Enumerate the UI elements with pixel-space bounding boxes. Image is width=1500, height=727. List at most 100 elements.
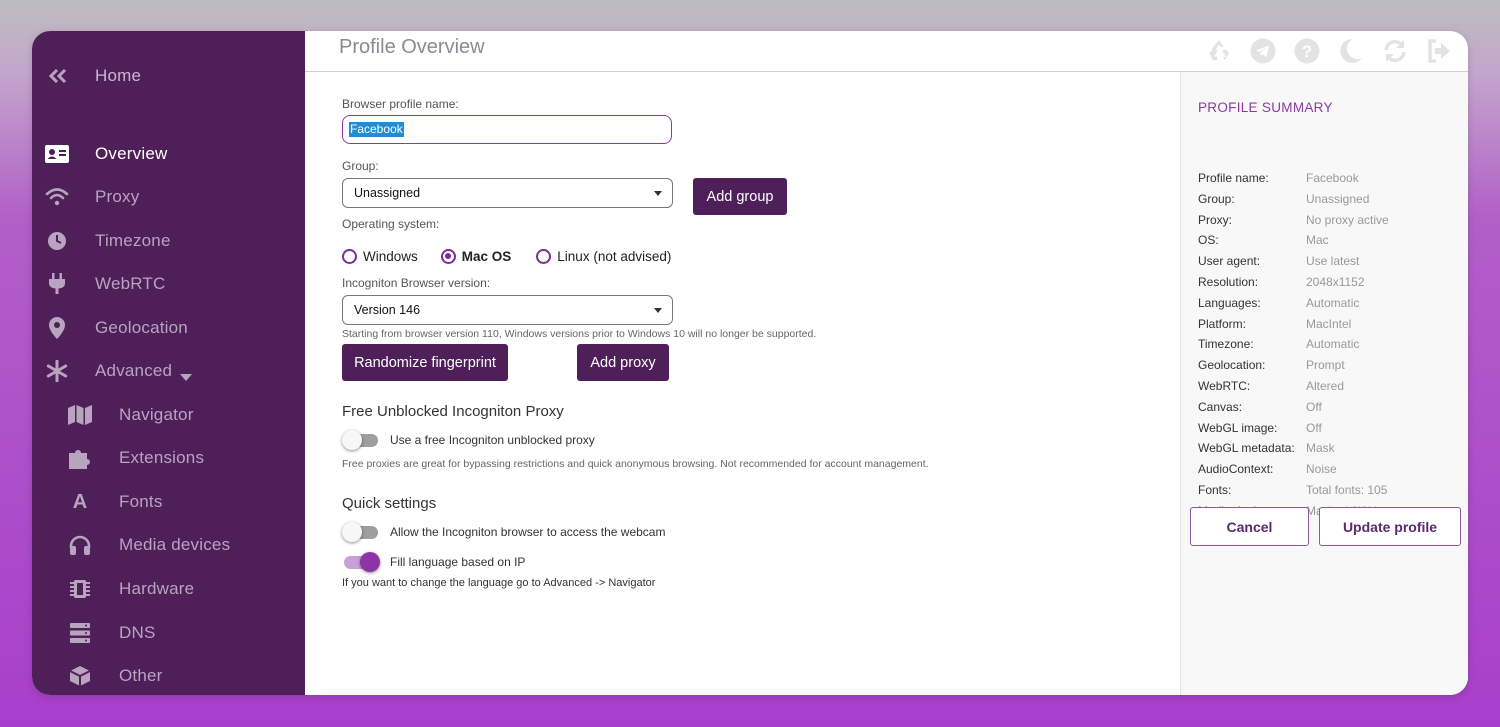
add-group-button[interactable]: Add group: [693, 178, 787, 215]
moon-icon[interactable]: [1335, 35, 1366, 66]
summary-title: PROFILE SUMMARY: [1198, 100, 1333, 115]
summary-key: Fonts:: [1198, 483, 1232, 497]
sidebar-item-media-devices[interactable]: Media devices: [32, 525, 305, 565]
update-profile-button[interactable]: Update profile: [1319, 507, 1461, 546]
radio-label: Linux (not advised): [557, 248, 672, 264]
free-proxy-title: Free Unblocked Incogniton Proxy: [342, 403, 564, 420]
wifi-icon: [45, 185, 69, 209]
headphones-icon: [68, 533, 92, 557]
dropdown-caret-icon: [654, 191, 662, 196]
profile-name-label: Browser profile name:: [342, 97, 459, 111]
os-radio-linux[interactable]: Linux (not advised): [536, 248, 672, 264]
sync-icon[interactable]: [1379, 35, 1410, 66]
os-radio-macos[interactable]: Mac OS: [440, 248, 512, 264]
header: Profile Overview ?: [305, 31, 1468, 72]
sidebar-item-label: Fonts: [119, 492, 163, 511]
summary-row: Timezone: Automatic: [1198, 337, 1468, 355]
sidebar-item-overview[interactable]: Overview: [32, 134, 305, 174]
summary-value: Mask: [1306, 441, 1335, 456]
sidebar-item-label: WebRTC: [95, 274, 166, 293]
sidebar-item-geolocation[interactable]: Geolocation: [32, 308, 305, 348]
radio-label: Mac OS: [461, 248, 512, 264]
sidebar-item-advanced[interactable]: Advanced: [32, 351, 305, 391]
summary-key: OS:: [1198, 233, 1219, 248]
logout-icon[interactable]: [1423, 35, 1454, 66]
language-toggle-row: Fill language based on IP: [342, 551, 525, 573]
sidebar-item-label: Home: [95, 66, 142, 85]
webcam-toggle[interactable]: [342, 521, 380, 543]
app-window: Home Overview Proxy Timezone WebRTC Geol…: [32, 31, 1468, 695]
summary-value: Mac: [1306, 233, 1329, 248]
asterisk-icon: [45, 359, 69, 383]
sidebar-item-timezone[interactable]: Timezone: [32, 221, 305, 261]
map-pin-icon: [45, 316, 69, 340]
summary-key: Resolution:: [1198, 275, 1259, 289]
recycle-icon[interactable]: [1203, 35, 1234, 66]
language-toggle-label: Fill language based on IP: [390, 555, 526, 569]
radio-circle[interactable]: [536, 248, 552, 264]
free-proxy-toggle[interactable]: [342, 429, 380, 451]
summary-value: Altered: [1306, 379, 1345, 393]
summary-key: Proxy:: [1198, 212, 1233, 227]
summary-value: Automatic: [1306, 295, 1360, 310]
language-toggle[interactable]: [342, 551, 380, 573]
randomize-fingerprint-button[interactable]: Randomize fingerprint: [342, 344, 508, 381]
summary-row: Profile name: Facebook: [1198, 171, 1468, 189]
summary-row: WebRTC: Altered: [1198, 379, 1468, 397]
id-card-icon: [45, 142, 69, 166]
summary-row: Proxy: No proxy active: [1198, 213, 1468, 231]
summary-value: Total fonts: 105: [1306, 483, 1388, 497]
os-radio-windows[interactable]: Windows: [342, 248, 418, 264]
free-proxy-toggle-row: Use a free Incogniton unblocked proxy: [342, 429, 595, 451]
sidebar-item-dns[interactable]: DNS: [32, 613, 305, 653]
svg-text:?: ?: [1301, 42, 1311, 61]
summary-key: Group:: [1198, 191, 1235, 206]
page-title: Profile Overview: [339, 36, 485, 58]
sidebar-item-label: Media devices: [119, 535, 231, 554]
summary-key: Timezone:: [1198, 337, 1254, 352]
sidebar-item-webrtc[interactable]: WebRTC: [32, 264, 305, 304]
summary-value: No proxy active: [1306, 212, 1389, 227]
summary-key: Languages:: [1198, 295, 1261, 310]
cancel-button[interactable]: Cancel: [1190, 507, 1309, 546]
header-toolbar: ?: [1203, 35, 1454, 66]
radio-circle[interactable]: [342, 248, 357, 264]
chip-icon: [68, 577, 92, 601]
group-select[interactable]: Unassigned: [342, 178, 673, 208]
sidebar-item-hardware[interactable]: Hardware: [32, 569, 305, 609]
sidebar-item-label: Geolocation: [95, 318, 188, 337]
sidebar-item-label: Advanced: [95, 361, 173, 380]
puzzle-icon: [68, 446, 92, 470]
summary-key: WebGL image:: [1198, 420, 1278, 435]
sidebar-item-label: Navigator: [119, 405, 194, 424]
sidebar-item-fonts[interactable]: A Fonts: [32, 482, 305, 522]
summary-value: Noise: [1306, 462, 1337, 477]
help-icon[interactable]: ?: [1291, 35, 1322, 66]
profile-name-input[interactable]: Facebook: [342, 115, 672, 144]
sidebar-item-label: Overview: [95, 144, 168, 163]
sidebar-item-other[interactable]: Other: [32, 656, 305, 695]
sidebar-item-extensions[interactable]: Extensions: [32, 438, 305, 478]
summary-value: 2048x1152: [1306, 275, 1365, 289]
summary-row: AudioContext: Noise: [1198, 462, 1468, 480]
profile-name-value: Facebook: [349, 122, 404, 137]
browser-version-select[interactable]: Version 146: [342, 295, 673, 325]
dropdown-caret-icon: [654, 308, 662, 313]
telegram-icon[interactable]: [1247, 35, 1278, 66]
summary-row: Platform: MacIntel: [1198, 317, 1468, 335]
radio-circle-checked[interactable]: [440, 248, 456, 264]
summary-value: Off: [1306, 399, 1322, 414]
add-proxy-button[interactable]: Add proxy: [577, 344, 669, 381]
summary-row: OS: Mac: [1198, 233, 1468, 251]
sidebar-item-proxy[interactable]: Proxy: [32, 177, 305, 217]
sidebar: Home Overview Proxy Timezone WebRTC Geol…: [32, 31, 305, 695]
sidebar-item-navigator[interactable]: Navigator: [32, 395, 305, 435]
summary-key: AudioContext:: [1198, 462, 1274, 477]
double-chevron-left-icon[interactable]: [46, 64, 70, 88]
sidebar-item-home[interactable]: Home: [32, 56, 305, 96]
summary-row: Languages: Automatic: [1198, 296, 1468, 314]
profile-form: Browser profile name: Facebook Group: Un…: [305, 72, 1180, 695]
summary-key: User agent:: [1198, 254, 1261, 269]
summary-value: Off: [1306, 420, 1322, 435]
group-value: Unassigned: [354, 186, 421, 200]
